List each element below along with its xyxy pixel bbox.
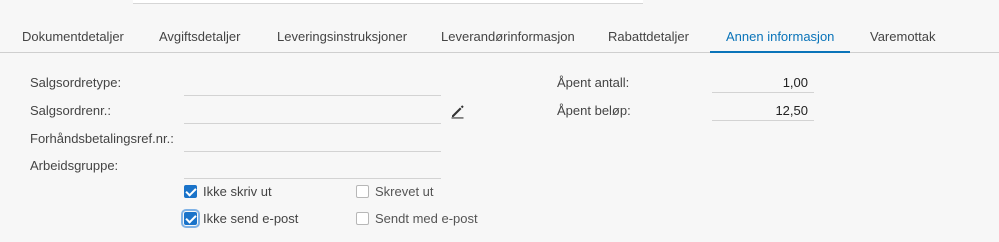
ikke-skriv-ut-checkbox[interactable] bbox=[184, 184, 197, 198]
ikke-skriv-ut-label: Ikke skriv ut bbox=[203, 183, 272, 199]
tab-leveringsinstruksjoner[interactable]: Leveringsinstruksjoner bbox=[277, 24, 407, 52]
salgsordretype-field[interactable] bbox=[184, 77, 441, 96]
arbeidsgruppe-field[interactable] bbox=[184, 160, 441, 179]
forhandsbetalingsref-field[interactable] bbox=[184, 133, 441, 152]
sendt-med-epost-checkbox[interactable] bbox=[356, 211, 369, 225]
label-salgsordretype: Salgsordretype: bbox=[30, 75, 122, 90]
ikke-send-epost-label: Ikke send e-post bbox=[203, 210, 299, 226]
sendt-med-epost-checkbox-row[interactable]: Sendt med e-post bbox=[356, 210, 478, 226]
skrevet-ut-label: Skrevet ut bbox=[375, 183, 434, 199]
label-apent-antall: Åpent antall: bbox=[557, 75, 630, 90]
apent-belop-value: 12,50 bbox=[775, 103, 808, 118]
tab-leverandorinformasjon[interactable]: Leverandørinformasjon bbox=[441, 24, 575, 52]
label-arbeidsgruppe: Arbeidsgruppe: bbox=[30, 158, 119, 173]
tab-rabattdetaljer[interactable]: Rabattdetaljer bbox=[608, 24, 689, 52]
tab-varemottak[interactable]: Varemottak bbox=[870, 24, 936, 52]
tab-annen-informasjon[interactable]: Annen informasjon bbox=[709, 24, 851, 53]
ikke-skriv-ut-checkbox-row[interactable]: Ikke skriv ut bbox=[184, 183, 272, 199]
salgsordrenr-field[interactable] bbox=[184, 105, 441, 124]
top-input-field[interactable] bbox=[133, 0, 643, 4]
ikke-send-epost-checkbox[interactable] bbox=[181, 208, 200, 228]
apent-antall-field[interactable]: 1,00 bbox=[712, 74, 814, 93]
tab-bar: Dokumentdetaljer Avgiftsdetaljer Leverin… bbox=[0, 24, 999, 53]
label-apent-belop: Åpent beløp: bbox=[557, 103, 631, 118]
pencil-icon[interactable] bbox=[450, 103, 466, 119]
apent-belop-field[interactable]: 12,50 bbox=[712, 102, 814, 121]
label-forhandsbetalingsref: Forhåndsbetalingsref.nr.: bbox=[30, 131, 174, 146]
apent-antall-value: 1,00 bbox=[782, 75, 808, 90]
sendt-med-epost-label: Sendt med e-post bbox=[375, 210, 478, 226]
skrevet-ut-checkbox-row[interactable]: Skrevet ut bbox=[356, 183, 434, 199]
tab-dokumentdetaljer[interactable]: Dokumentdetaljer bbox=[22, 24, 124, 52]
ikke-send-epost-checkbox-row[interactable]: Ikke send e-post bbox=[181, 208, 299, 228]
label-salgsordrenr: Salgsordrenr.: bbox=[30, 103, 111, 118]
skrevet-ut-checkbox[interactable] bbox=[356, 184, 369, 198]
tab-avgiftsdetaljer[interactable]: Avgiftsdetaljer bbox=[159, 24, 240, 52]
